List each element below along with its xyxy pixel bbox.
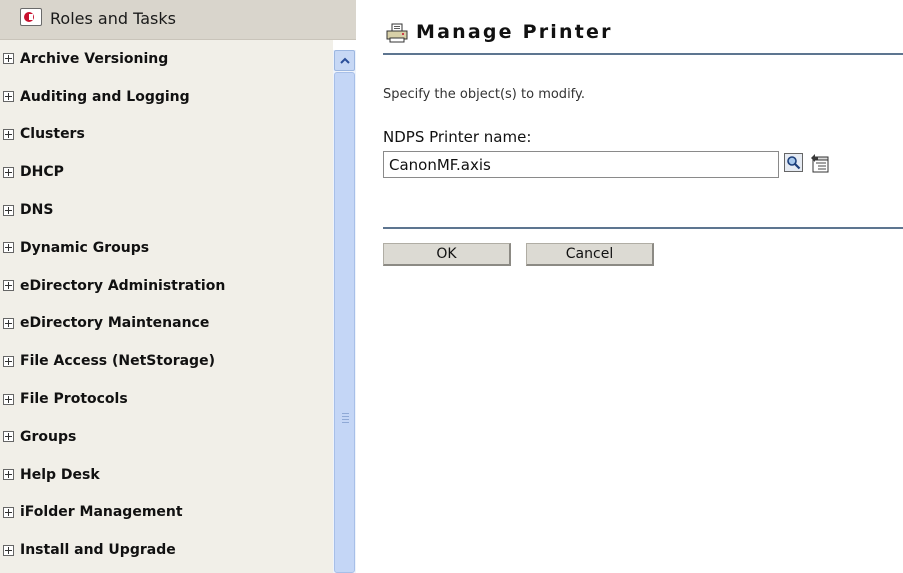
cancel-button[interactable]: Cancel <box>526 243 654 266</box>
printer-name-input[interactable] <box>383 151 779 178</box>
task-item-edirectory-administration[interactable]: eDirectory Administration <box>0 267 333 305</box>
object-browser-icon <box>811 154 829 173</box>
divider <box>383 227 903 229</box>
task-item-label: Clusters <box>20 126 85 143</box>
plus-box-icon[interactable] <box>3 317 14 329</box>
task-item-dynamic-groups[interactable]: Dynamic Groups <box>0 229 333 267</box>
plus-box-icon[interactable] <box>3 355 14 367</box>
plus-box-icon[interactable] <box>3 544 14 556</box>
plus-box-icon[interactable] <box>3 204 14 216</box>
task-item-label: eDirectory Administration <box>20 277 226 294</box>
task-item-dns[interactable]: DNS <box>0 191 333 229</box>
page-title: Manage Printer <box>416 21 613 43</box>
task-item-archive-versioning[interactable]: Archive Versioning <box>0 40 333 78</box>
roles-tasks-icon <box>20 8 42 26</box>
plus-box-icon[interactable] <box>3 469 14 481</box>
task-item-label: Dynamic Groups <box>20 239 150 256</box>
grip-line <box>342 416 349 417</box>
sidebar: Roles and Tasks Archive Versioning Audit… <box>0 0 356 573</box>
task-item-label: Install and Upgrade <box>20 542 176 559</box>
scrollbar-thumb[interactable] <box>334 72 355 573</box>
task-item-groups[interactable]: Groups <box>0 418 333 456</box>
task-item-clusters[interactable]: Clusters <box>0 116 333 154</box>
task-item-install-and-upgrade[interactable]: Install and Upgrade <box>0 531 333 569</box>
task-item-label: Auditing and Logging <box>20 88 190 105</box>
grip-line <box>342 422 349 423</box>
object-browser-button[interactable] <box>809 152 831 174</box>
plus-box-icon[interactable] <box>3 280 14 292</box>
sidebar-title: Roles and Tasks <box>50 9 176 28</box>
chevron-up-icon <box>339 57 350 64</box>
task-item-label: Archive Versioning <box>20 50 169 67</box>
scroll-up-button[interactable] <box>334 50 355 71</box>
sidebar-scrollbar[interactable] <box>333 50 356 573</box>
main-panel: Manage Printer Specify the object(s) to … <box>356 0 903 573</box>
task-item-edirectory-maintenance[interactable]: eDirectory Maintenance <box>0 305 333 343</box>
task-item-label: eDirectory Maintenance <box>20 315 210 332</box>
task-item-file-protocols[interactable]: File Protocols <box>0 380 333 418</box>
plus-box-icon[interactable] <box>3 431 14 443</box>
task-item-label: Help Desk <box>20 466 100 483</box>
task-item-label: iFolder Management <box>20 504 183 521</box>
task-item-label: File Access (NetStorage) <box>20 353 215 370</box>
task-item-file-access[interactable]: File Access (NetStorage) <box>0 342 333 380</box>
plus-box-icon[interactable] <box>3 128 14 140</box>
task-item-label: DHCP <box>20 164 64 181</box>
plus-box-icon[interactable] <box>3 53 14 65</box>
task-list: Archive Versioning Auditing and Logging … <box>0 40 333 573</box>
plus-box-icon[interactable] <box>3 393 14 405</box>
plus-box-icon[interactable] <box>3 91 14 103</box>
task-item-label: DNS <box>20 202 54 219</box>
grip-line <box>342 419 349 420</box>
task-item-label: File Protocols <box>20 391 128 408</box>
task-item-auditing-and-logging[interactable]: Auditing and Logging <box>0 78 333 116</box>
plus-box-icon[interactable] <box>3 166 14 178</box>
task-item-dhcp[interactable]: DHCP <box>0 153 333 191</box>
printer-icon <box>386 23 408 43</box>
plus-box-icon[interactable] <box>3 506 14 518</box>
printer-name-label: NDPS Printer name: <box>383 128 532 146</box>
plus-box-icon[interactable] <box>3 242 14 254</box>
task-item-label: Groups <box>20 428 77 445</box>
instruction-text: Specify the object(s) to modify. <box>383 87 585 102</box>
divider <box>383 53 903 55</box>
grip-line <box>342 413 349 414</box>
ok-button[interactable]: OK <box>383 243 511 266</box>
task-item-ifolder-management[interactable]: iFolder Management <box>0 494 333 532</box>
search-button[interactable] <box>784 153 803 172</box>
sidebar-header: Roles and Tasks <box>0 0 356 40</box>
task-item-help-desk[interactable]: Help Desk <box>0 456 333 494</box>
search-icon <box>785 154 802 171</box>
